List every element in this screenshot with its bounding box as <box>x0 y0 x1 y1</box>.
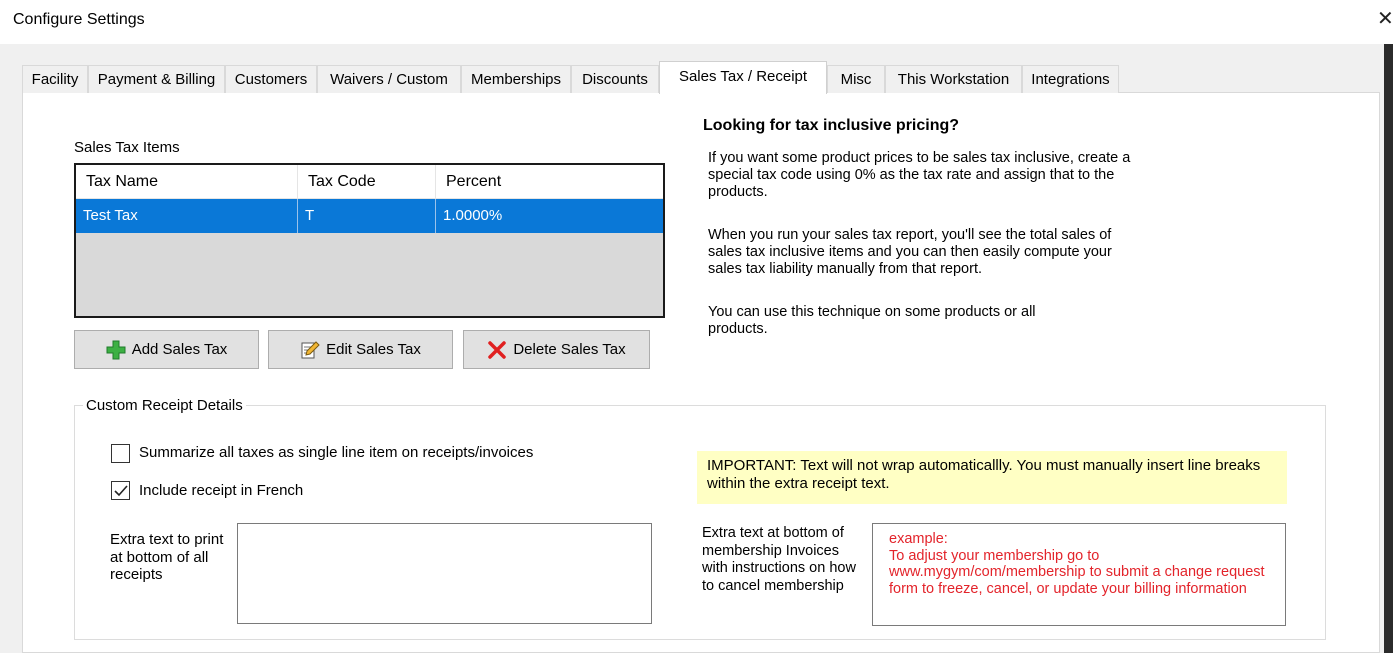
membership-text-input[interactable]: example: To adjust your membership go to… <box>872 523 1286 626</box>
list-header: Tax Name Tax Code Percent <box>76 165 663 199</box>
tax-inclusive-title: Looking for tax inclusive pricing? <box>703 117 960 134</box>
tab-sales-tax-receipt[interactable]: Sales Tax / Receipt <box>659 61 827 94</box>
tax-inclusive-paragraph-2: When you run your sales tax report, you'… <box>708 227 1112 277</box>
include-french-checkbox[interactable] <box>111 481 130 500</box>
custom-receipt-legend: Custom Receipt Details <box>83 397 246 414</box>
plus-icon <box>106 340 126 360</box>
delete-sales-tax-button[interactable]: Delete Sales Tax <box>463 330 650 369</box>
tab-customers[interactable]: Customers <box>225 65 317 93</box>
delete-sales-tax-label: Delete Sales Tax <box>513 341 626 358</box>
percent-cell: 1.0000% <box>443 207 503 224</box>
close-icon[interactable]: ✕ <box>1377 6 1393 32</box>
include-french-label[interactable]: Include receipt in French <box>139 482 303 499</box>
tax-inclusive-paragraph-3: You can use this technique on some produ… <box>708 304 1036 337</box>
sales-tax-items-label: Sales Tax Items <box>74 139 180 156</box>
summarize-taxes-checkbox[interactable] <box>111 444 130 463</box>
window-edge <box>1384 44 1393 653</box>
title-bar: Configure Settings ✕ <box>0 0 1393 44</box>
tab-this-workstation[interactable]: This Workstation <box>885 65 1022 93</box>
column-header-tax-code[interactable]: Tax Code <box>298 165 436 199</box>
important-note: IMPORTANT: Text will not wrap automatica… <box>697 451 1287 504</box>
tab-discounts[interactable]: Discounts <box>571 65 659 93</box>
column-header-tax-name[interactable]: Tax Name <box>76 165 298 199</box>
summarize-taxes-label[interactable]: Summarize all taxes as single line item … <box>139 444 533 461</box>
tab-misc[interactable]: Misc <box>827 65 885 93</box>
tab-waivers-custom[interactable]: Waivers / Custom <box>317 65 461 93</box>
tax-inclusive-paragraph-1: If you want some product prices to be sa… <box>708 150 1131 200</box>
tab-memberships[interactable]: Memberships <box>461 65 571 93</box>
checkmark-icon <box>114 485 128 497</box>
tax-name-cell: Test Tax <box>76 199 298 233</box>
tab-payment-billing[interactable]: Payment & Billing <box>88 65 225 93</box>
add-sales-tax-button[interactable]: Add Sales Tax <box>74 330 259 369</box>
edit-sales-tax-label: Edit Sales Tax <box>326 341 421 358</box>
tab-facility[interactable]: Facility <box>22 65 88 93</box>
tax-code-cell: T <box>298 199 436 233</box>
add-sales-tax-label: Add Sales Tax <box>131 341 228 358</box>
tab-integrations[interactable]: Integrations <box>1022 65 1119 93</box>
edit-document-icon <box>300 340 320 360</box>
edit-sales-tax-button[interactable]: Edit Sales Tax <box>268 330 453 369</box>
sales-tax-list[interactable]: Tax Name Tax Code Percent Test Tax T 1.0… <box>74 163 665 318</box>
window-title: Configure Settings <box>13 11 145 28</box>
table-row[interactable]: Test Tax T 1.0000% <box>76 199 663 233</box>
extra-receipt-text-input[interactable] <box>237 523 652 624</box>
membership-text-label: Extra text at bottom of membership Invoi… <box>702 525 856 594</box>
extra-text-label: Extra text to print at bottom of all rec… <box>110 531 224 583</box>
column-header-percent[interactable]: Percent <box>436 165 665 199</box>
delete-x-icon <box>487 340 507 360</box>
